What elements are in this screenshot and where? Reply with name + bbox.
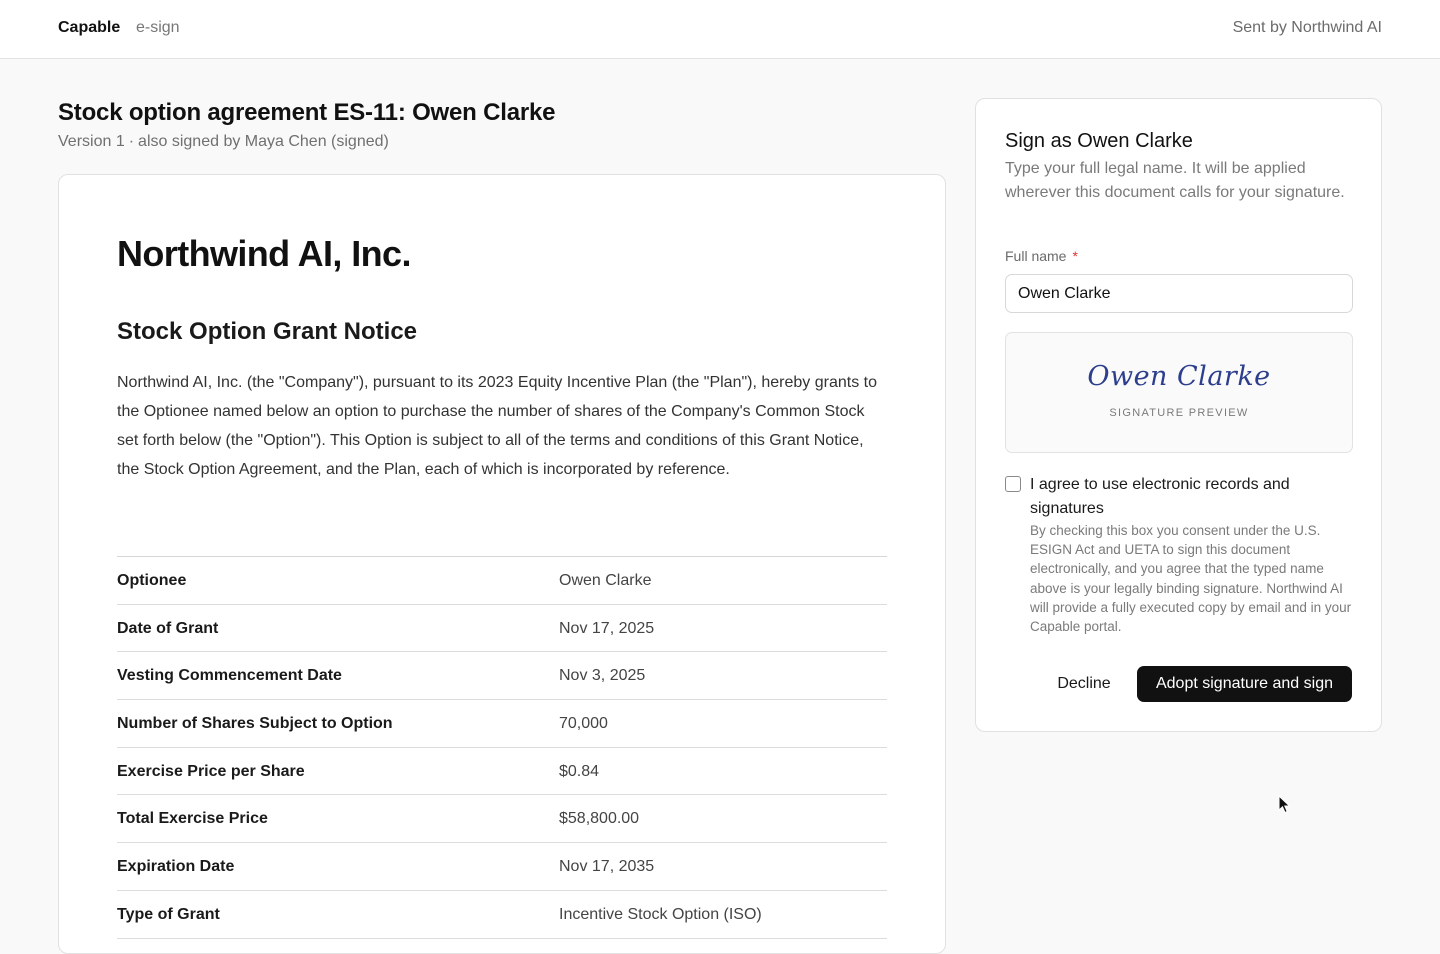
grant-value: Incentive Stock Option (ISO) [559,905,762,923]
grant-value: 70,000 [559,715,608,733]
grant-table: Optionee Owen Clarke Date of Grant Nov 1… [117,556,887,939]
grant-value: Owen Clarke [559,572,652,589]
product-name: e-sign [136,19,180,36]
grant-value: $58,800.00 [559,810,640,828]
table-row: Date of Grant Nov 17, 2025 [117,605,887,653]
signature-preview-text: Owen Clarke [1087,361,1271,392]
table-row: Optionee Owen Clarke [117,557,887,605]
grant-label: Total Exercise Price [117,810,268,828]
full-name-label: Full name * [1005,248,1078,264]
grant-value: Nov 17, 2025 [559,619,655,637]
subtitle-separator: · [128,133,135,150]
full-name-input[interactable] [1005,274,1353,313]
required-indicator: * [1072,248,1078,264]
also-signed-label: also signed by Maya Chen (signed) [138,133,389,150]
sign-panel-title: Sign as Owen Clarke [1005,130,1193,152]
notice-body: Northwind AI, Inc. (the "Company"), purs… [117,374,877,478]
grant-value: Nov 3, 2025 [559,667,646,685]
table-row: Expiration Date Nov 17, 2035 [117,843,887,891]
grant-value: Nov 17, 2035 [559,858,655,876]
grant-label: Number of Shares Subject to Option [117,715,393,733]
grant-label: Exercise Price per Share [117,762,305,780]
consent-label[interactable]: I agree to use electronic records and si… [1030,473,1350,521]
signature-preview-caption: SIGNATURE PREVIEW [1109,407,1249,419]
grant-label: Type of Grant [117,905,220,923]
sign-panel-description: Type your full legal name. It will be ap… [1005,160,1345,201]
full-name-label-text: Full name [1005,248,1067,264]
signature-preview: Owen Clarke SIGNATURE PREVIEW [1005,332,1353,453]
grant-label: Date of Grant [117,619,219,637]
document-subtitle: Version 1 · also signed by Maya Chen (sign… [58,133,389,151]
table-row: Type of Grant Incentive Stock Option (IS… [117,891,887,939]
grant-label: Vesting Commencement Date [117,667,342,685]
top-bar: Capable e-sign Sent by Northwind AI [0,0,1440,59]
adopt-signature-button[interactable]: Adopt signature and sign [1137,666,1352,702]
consent-fine-print: By checking this box you consent under t… [1030,523,1352,635]
table-row: Number of Shares Subject to Option 70,00… [117,700,887,748]
grant-value: $0.84 [559,762,600,780]
table-row: Vesting Commencement Date Nov 3, 2025 [117,652,887,701]
table-row: Exercise Price per Share $0.84 [117,748,887,796]
notice-title: Stock Option Grant Notice [117,318,418,345]
brand-logo[interactable]: Capable [58,19,120,37]
sign-panel: Sign as Owen Clarke Type your full legal… [975,98,1382,732]
sent-by-text: Sent by Northwind AI [1232,19,1382,36]
grant-label: Optionee [117,572,187,589]
document-preview: Northwind AI, Inc. Stock Option Grant No… [58,174,946,954]
grant-label: Expiration Date [117,858,235,876]
consent-checkbox[interactable] [1005,476,1021,492]
page-title: Stock option agreement ES-11: Owen Clark… [58,99,556,126]
company-name: Northwind AI, Inc. [117,233,411,274]
table-row: Total Exercise Price $58,800.00 [117,795,887,844]
decline-button[interactable]: Decline [1042,666,1126,702]
mouse-pointer-icon [1278,795,1291,814]
version-label: Version 1 [58,133,125,150]
